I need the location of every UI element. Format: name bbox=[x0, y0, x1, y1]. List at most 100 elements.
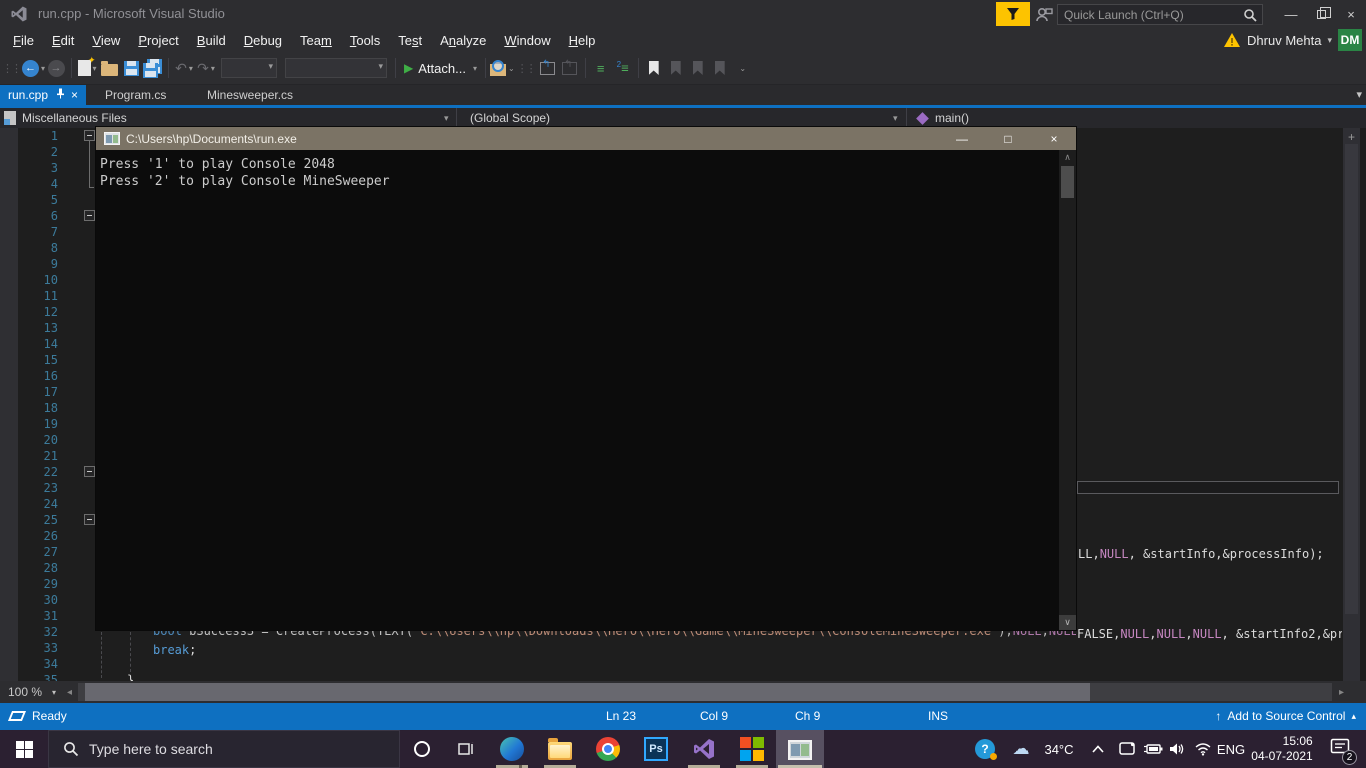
tab-minesweeper-cs[interactable]: Minesweeper.cs bbox=[199, 85, 301, 105]
taskbar-app-chrome[interactable] bbox=[584, 730, 632, 768]
taskbar-app-edge[interactable] bbox=[488, 730, 536, 768]
get-help-tray-button[interactable]: ? bbox=[968, 730, 1002, 768]
toggle-bookmark-button[interactable] bbox=[643, 56, 665, 80]
console-output[interactable]: Press '1' to play Console 2048 Press '2' … bbox=[96, 150, 1076, 630]
undo-button[interactable]: ↶ ▾ bbox=[173, 56, 195, 80]
menu-tools[interactable]: Tools bbox=[341, 30, 389, 51]
menu-edit[interactable]: Edit bbox=[43, 30, 83, 51]
taskbar-app-file-explorer[interactable] bbox=[536, 730, 584, 768]
fold-collapse-icon[interactable] bbox=[84, 514, 95, 525]
editor-vertical-scrollbar[interactable]: + bbox=[1343, 128, 1360, 681]
console-close-button[interactable]: × bbox=[1032, 127, 1076, 150]
show-hidden-icons-button[interactable] bbox=[1086, 730, 1110, 768]
minimize-button[interactable]: — bbox=[1276, 0, 1306, 28]
configuration-combobox[interactable] bbox=[221, 58, 278, 78]
console-titlebar[interactable]: C:\Users\hp\Documents\run.exe — □ × bbox=[96, 127, 1076, 150]
console-scrollbar-thumb[interactable] bbox=[1061, 166, 1074, 198]
navigate-backward-scope-button[interactable] bbox=[537, 56, 559, 80]
navigate-back-button[interactable]: ← ▾ bbox=[22, 56, 45, 80]
vertical-scrollbar-thumb[interactable] bbox=[1345, 144, 1358, 614]
add-to-source-control-button[interactable]: ↑ Add to Source Control ▴ bbox=[1215, 709, 1356, 723]
redo-button[interactable]: ↷ ▾ bbox=[195, 56, 217, 80]
avatar[interactable]: DM bbox=[1338, 29, 1362, 51]
scope-dropdown-caret-icon[interactable]: ▾ bbox=[893, 113, 898, 124]
scroll-right-icon[interactable]: ▸ bbox=[1334, 683, 1349, 701]
fold-collapse-icon[interactable] bbox=[84, 466, 95, 477]
clock[interactable]: 15:06 04-07-2021 bbox=[1248, 730, 1316, 768]
task-view-button[interactable] bbox=[444, 730, 488, 768]
battery-icon[interactable] bbox=[1140, 730, 1166, 768]
weather-temperature[interactable]: 34°C bbox=[1038, 730, 1080, 768]
indicator-margin[interactable] bbox=[0, 128, 18, 681]
status-column[interactable]: Col 9 bbox=[700, 709, 728, 723]
menu-test[interactable]: Test bbox=[389, 30, 431, 51]
taskbar-search-input[interactable] bbox=[89, 741, 399, 757]
taskbar-search-box[interactable] bbox=[48, 730, 400, 768]
console-scrollbar[interactable]: ∧ ∨ bbox=[1059, 150, 1076, 630]
status-line[interactable]: Ln 23 bbox=[606, 709, 636, 723]
previous-bookmark-button[interactable] bbox=[665, 56, 687, 80]
menu-build[interactable]: Build bbox=[188, 30, 235, 51]
weather-icon[interactable]: ☁ bbox=[1006, 730, 1036, 768]
taskbar-app-visual-studio[interactable] bbox=[680, 730, 728, 768]
fold-collapse-icon[interactable] bbox=[84, 210, 95, 221]
menu-project[interactable]: Project bbox=[129, 30, 187, 51]
start-button[interactable] bbox=[0, 730, 48, 768]
menu-view[interactable]: View bbox=[83, 30, 129, 51]
navigate-forward-button[interactable]: → bbox=[45, 56, 67, 80]
wifi-icon[interactable] bbox=[1190, 730, 1216, 768]
console-scroll-up-icon[interactable]: ∧ bbox=[1059, 150, 1076, 165]
zoom-combobox[interactable]: 100 % ▾ bbox=[2, 683, 60, 701]
project-dropdown[interactable]: Miscellaneous Files bbox=[0, 108, 455, 128]
menu-window[interactable]: Window bbox=[495, 30, 559, 51]
clear-bookmarks-button[interactable] bbox=[709, 56, 731, 80]
menu-help[interactable]: Help bbox=[560, 30, 605, 51]
send-feedback-filter-button[interactable] bbox=[996, 2, 1030, 26]
menu-file[interactable]: File bbox=[4, 30, 43, 51]
project-dropdown-caret-icon[interactable]: ▾ bbox=[444, 113, 449, 124]
horizontal-scrollbar[interactable] bbox=[78, 683, 1332, 701]
open-file-button[interactable] bbox=[98, 56, 120, 80]
decrease-indent-button[interactable]: ≡ bbox=[590, 56, 612, 80]
attach-button[interactable]: ▶ Attach... ▾ bbox=[400, 56, 481, 80]
pin-icon[interactable] bbox=[56, 88, 65, 102]
console-scroll-down-icon[interactable]: ∨ bbox=[1059, 615, 1076, 630]
quick-launch-box[interactable] bbox=[1057, 4, 1263, 25]
scroll-left-icon[interactable]: ◂ bbox=[62, 683, 77, 701]
fold-collapse-icon[interactable] bbox=[84, 130, 95, 141]
scrollbar-splitter-icon[interactable]: + bbox=[1343, 130, 1360, 144]
user-name[interactable]: Dhruv Mehta bbox=[1247, 33, 1321, 48]
console-minimize-button[interactable]: — bbox=[940, 127, 984, 150]
cortana-button[interactable] bbox=[400, 730, 444, 768]
menu-debug[interactable]: Debug bbox=[235, 30, 291, 51]
language-indicator[interactable]: ENG bbox=[1214, 730, 1248, 768]
status-character[interactable]: Ch 9 bbox=[795, 709, 820, 723]
taskbar-app-microsoft-app[interactable] bbox=[728, 730, 776, 768]
action-center-button[interactable]: 2 bbox=[1322, 730, 1358, 768]
toolbar-drag-handle-2[interactable]: ⋮⋮ bbox=[515, 56, 537, 80]
save-all-button[interactable] bbox=[142, 56, 164, 80]
tab-list-dropdown-icon[interactable]: ▾ bbox=[1356, 88, 1362, 101]
console-window[interactable]: C:\Users\hp\Documents\run.exe — □ × Pres… bbox=[96, 127, 1076, 630]
tablet-mode-icon[interactable] bbox=[1114, 730, 1140, 768]
scope-dropdown[interactable]: (Global Scope) bbox=[470, 108, 900, 128]
feedback-person-icon[interactable] bbox=[1034, 4, 1054, 24]
tab-close-icon[interactable]: × bbox=[71, 88, 78, 102]
quick-launch-input[interactable] bbox=[1058, 7, 1243, 22]
tab-run-cpp[interactable]: run.cpp × bbox=[0, 85, 87, 105]
increase-indent-button[interactable]: 2≡ bbox=[612, 56, 634, 80]
taskbar-app-console-app[interactable] bbox=[776, 730, 824, 768]
horizontal-scrollbar-thumb[interactable] bbox=[85, 683, 1090, 701]
platform-combobox[interactable] bbox=[285, 58, 388, 78]
find-in-files-button[interactable]: ⌄ bbox=[489, 56, 515, 80]
restore-button[interactable] bbox=[1306, 0, 1336, 28]
console-maximize-button[interactable]: □ bbox=[986, 127, 1030, 150]
member-dropdown[interactable]: main() bbox=[908, 108, 1366, 128]
toolbar-drag-handle[interactable]: ⋮⋮ bbox=[0, 56, 22, 80]
status-insert-mode[interactable]: INS bbox=[928, 709, 948, 723]
close-button[interactable]: × bbox=[1336, 0, 1366, 28]
user-dropdown-icon[interactable]: ▾ bbox=[1327, 35, 1332, 46]
next-bookmark-button[interactable] bbox=[687, 56, 709, 80]
volume-icon[interactable] bbox=[1164, 730, 1190, 768]
clone-window-button[interactable] bbox=[559, 56, 581, 80]
